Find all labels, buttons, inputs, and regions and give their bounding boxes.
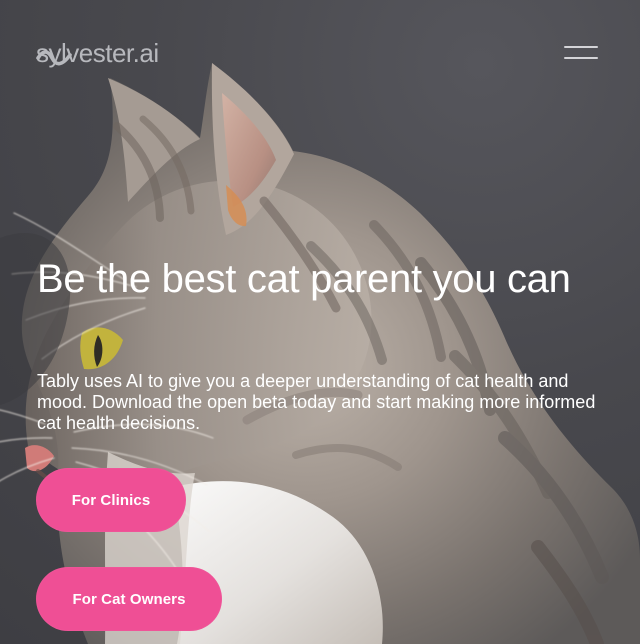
for-clinics-button[interactable]: For Clinics bbox=[36, 468, 186, 532]
hero-description: Tably uses AI to give you a deeper under… bbox=[37, 371, 596, 433]
logo-link[interactable]: sylvester.ai bbox=[36, 35, 159, 71]
for-cat-owners-button[interactable]: For Cat Owners bbox=[36, 567, 222, 631]
cat-photo bbox=[0, 63, 640, 644]
logo-text: sylvester.ai bbox=[36, 37, 159, 68]
hero-section: sylvester.ai Be the best cat parent you … bbox=[0, 0, 640, 644]
menu-button[interactable] bbox=[564, 45, 600, 63]
menu-line-icon bbox=[564, 57, 598, 59]
menu-line-icon bbox=[564, 46, 598, 48]
hero-headline: Be the best cat parent you can bbox=[37, 257, 571, 301]
